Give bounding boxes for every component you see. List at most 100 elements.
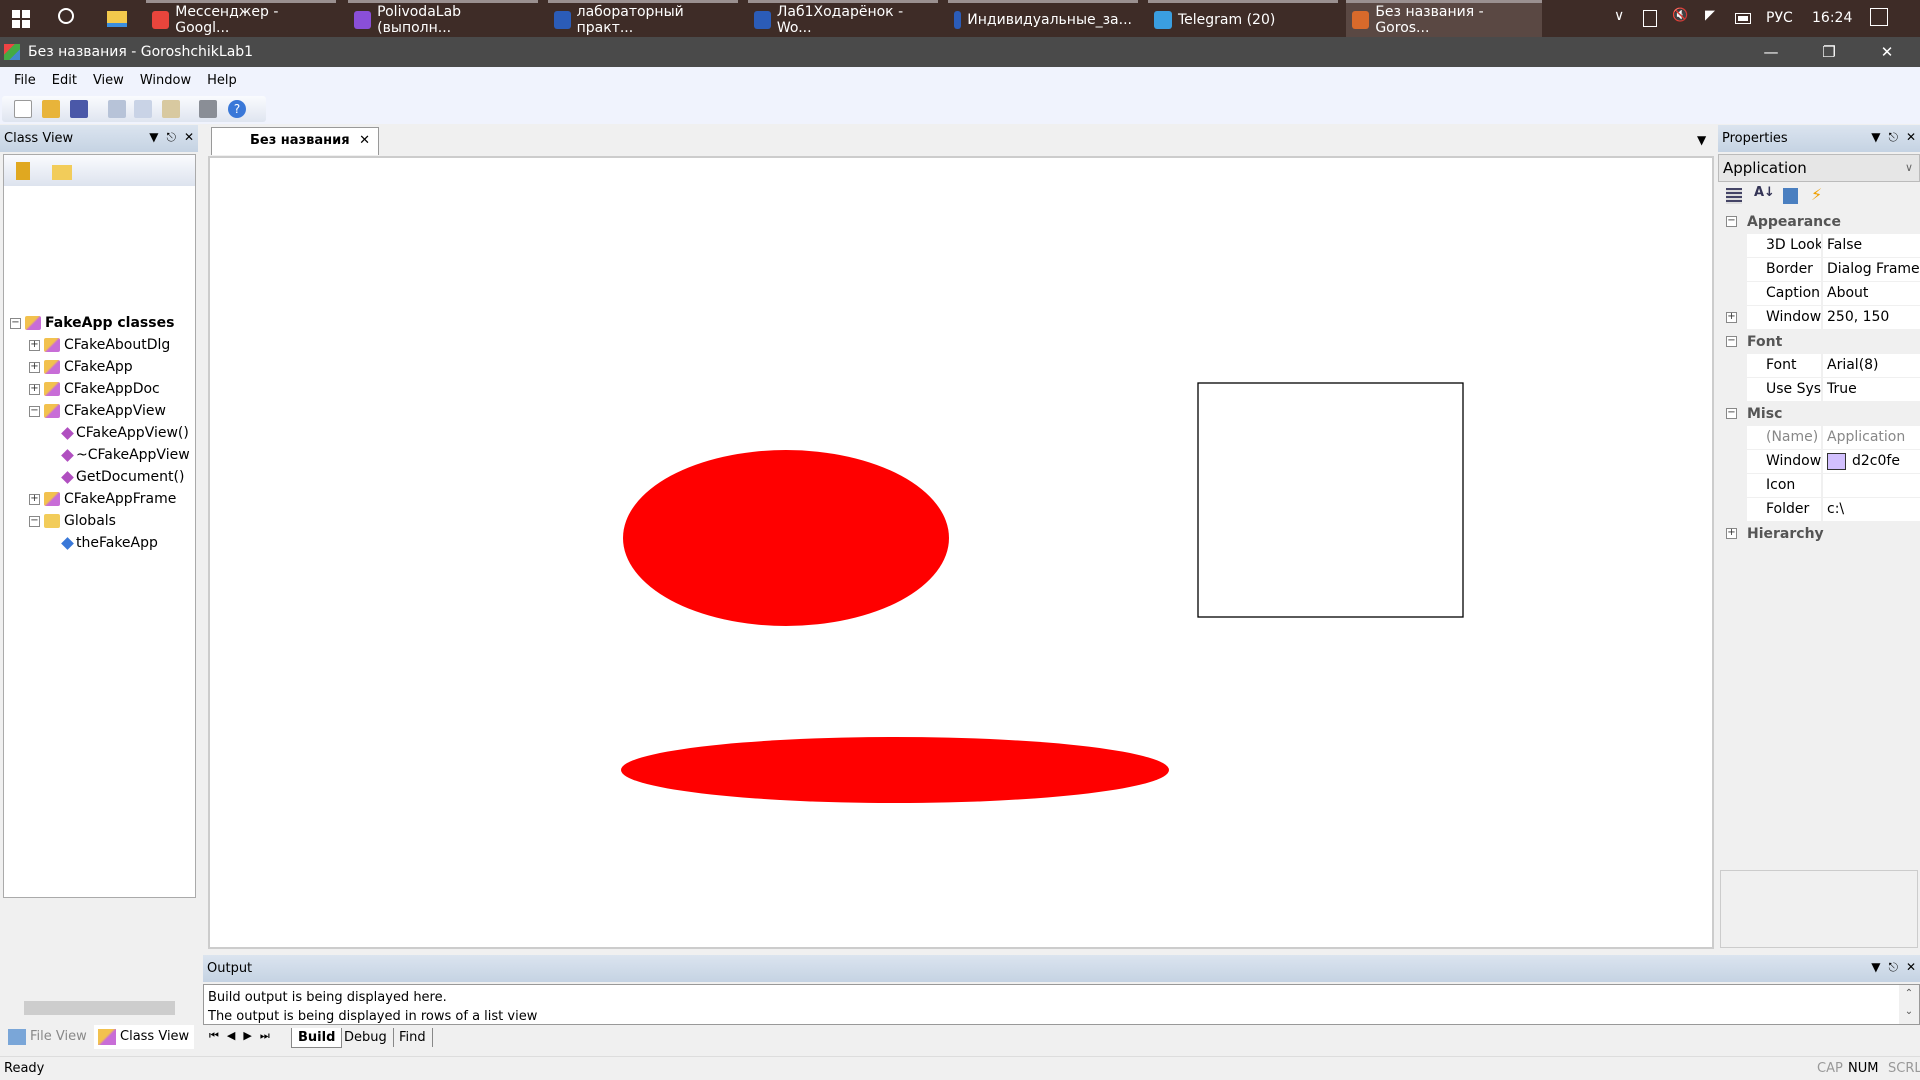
expand-icon[interactable]: +: [29, 339, 40, 351]
search-icon[interactable]: [58, 8, 74, 24]
taskbar-item[interactable]: Лаб1Ходарёнок - Wo...: [748, 0, 938, 37]
taskbar-item[interactable]: Telegram (20): [1148, 0, 1338, 37]
document-tab[interactable]: Без названия ✕: [211, 127, 379, 155]
pin-icon[interactable]: ⎋: [1888, 130, 1898, 145]
notifications-icon[interactable]: [1870, 8, 1888, 26]
menu-edit[interactable]: Edit: [52, 73, 77, 88]
collapse-icon[interactable]: −: [1726, 336, 1737, 347]
tree-item[interactable]: − Globals: [29, 510, 116, 532]
events-icon[interactable]: ⚡: [1811, 185, 1822, 204]
close-icon[interactable]: ✕: [184, 130, 194, 145]
dropdown-icon[interactable]: ▼: [149, 130, 158, 145]
close-button[interactable]: ✕: [1864, 37, 1910, 67]
dropdown-icon[interactable]: ▼: [1871, 960, 1880, 975]
tab-find[interactable]: Find: [393, 1028, 433, 1047]
expand-icon[interactable]: +: [29, 383, 40, 395]
tab-class-view[interactable]: Class View: [94, 1025, 194, 1049]
cut-icon[interactable]: [108, 100, 126, 118]
menu-help[interactable]: Help: [207, 73, 237, 88]
categorized-icon[interactable]: [1726, 188, 1742, 204]
object-selector[interactable]: Application ∨: [1718, 154, 1920, 182]
taskbar-item[interactable]: Мессенджер - Googl...: [146, 0, 336, 37]
tree-item[interactable]: ~CFakeAppView: [48, 444, 190, 466]
start-icon[interactable]: [12, 10, 30, 28]
battery-icon[interactable]: [1735, 13, 1751, 24]
property-pages-icon[interactable]: [1783, 188, 1798, 204]
property-row[interactable]: Caption About: [1718, 282, 1920, 306]
collapse-icon[interactable]: −: [29, 515, 40, 527]
property-row[interactable]: 3D Look False: [1718, 234, 1920, 258]
expand-icon[interactable]: +: [1726, 312, 1737, 323]
close-tab-icon[interactable]: ✕: [359, 128, 370, 154]
copy-icon[interactable]: [134, 100, 152, 118]
property-row[interactable]: (Name) Application: [1718, 426, 1920, 450]
property-category[interactable]: + Hierarchy: [1718, 522, 1920, 546]
paste-icon[interactable]: [162, 100, 180, 118]
minimize-button[interactable]: —: [1748, 37, 1794, 67]
clock[interactable]: 16:24: [1812, 10, 1852, 26]
property-category[interactable]: − Misc: [1718, 402, 1920, 426]
tab-list-dropdown-icon[interactable]: ▼: [1697, 133, 1706, 147]
pin-icon[interactable]: ⎋: [166, 130, 176, 145]
sort-alphabetical-icon[interactable]: A↓: [1754, 185, 1775, 200]
tab-debug[interactable]: Debug: [338, 1028, 394, 1047]
tree-item[interactable]: + CFakeAppDoc: [29, 378, 160, 400]
property-row[interactable]: Icon: [1718, 474, 1920, 498]
tree-item[interactable]: + CFakeAboutDlg: [29, 334, 170, 356]
close-icon[interactable]: ✕: [1906, 130, 1916, 145]
tray-chevron-icon[interactable]: ∨: [1614, 8, 1624, 24]
taskbar-item[interactable]: Индивидуальные_за...: [948, 0, 1138, 37]
drawing-canvas[interactable]: [208, 156, 1714, 949]
restore-button[interactable]: ❐: [1806, 37, 1852, 67]
collapse-icon[interactable]: −: [29, 405, 40, 417]
property-row[interactable]: Border Dialog Frame: [1718, 258, 1920, 282]
property-row[interactable]: Use Syst...True: [1718, 378, 1920, 402]
taskbar-item[interactable]: Без названия - Goros...: [1346, 0, 1542, 37]
tab-file-view[interactable]: File View: [4, 1025, 91, 1049]
language-indicator[interactable]: РУС: [1766, 10, 1793, 26]
collapse-icon[interactable]: −: [10, 317, 21, 329]
sort-classes-icon[interactable]: [16, 162, 30, 180]
property-category[interactable]: − Appearance: [1718, 210, 1920, 234]
property-row[interactable]: Font Arial(8): [1718, 354, 1920, 378]
taskbar-item[interactable]: PolivodaLab (выполн...: [348, 0, 538, 37]
pin-icon[interactable]: ⎋: [1888, 960, 1898, 975]
tree-item[interactable]: − FakeApp classes: [10, 312, 174, 334]
tree-item[interactable]: + CFakeAppFrame: [29, 488, 176, 510]
menu-window[interactable]: Window: [140, 73, 191, 88]
new-file-icon[interactable]: [14, 100, 32, 118]
tree-item[interactable]: CFakeAppView(): [48, 422, 189, 444]
property-category[interactable]: − Font: [1718, 330, 1920, 354]
new-folder-icon[interactable]: [52, 165, 72, 180]
tree-item[interactable]: theFakeApp: [48, 532, 158, 554]
collapse-icon[interactable]: −: [1726, 216, 1737, 227]
tree-item[interactable]: GetDocument(): [48, 466, 184, 488]
open-folder-icon[interactable]: [42, 100, 60, 118]
output-list[interactable]: Build output is being displayed here. Th…: [203, 984, 1920, 1025]
property-row[interactable]: Folder c:\: [1718, 498, 1920, 522]
tab-build[interactable]: Build: [291, 1028, 343, 1048]
property-row[interactable]: Window ...d2c0fe: [1718, 450, 1920, 474]
expand-icon[interactable]: +: [29, 493, 40, 505]
collapse-icon[interactable]: −: [1726, 408, 1737, 419]
expand-icon[interactable]: +: [29, 361, 40, 373]
file-explorer-icon[interactable]: [107, 11, 127, 27]
menu-file[interactable]: File: [14, 73, 36, 88]
print-icon[interactable]: [199, 100, 217, 118]
tree-item[interactable]: − CFakeAppView: [29, 400, 166, 422]
save-icon[interactable]: [70, 100, 88, 118]
tree-item[interactable]: + CFakeApp: [29, 356, 133, 378]
help-icon[interactable]: ?: [228, 100, 246, 118]
menu-view[interactable]: View: [93, 73, 124, 88]
horizontal-scrollbar[interactable]: [4, 998, 195, 1018]
output-nav[interactable]: ⏮◀▶⏭: [209, 1029, 278, 1043]
expand-icon[interactable]: +: [1726, 528, 1737, 539]
update-icon[interactable]: [1643, 10, 1657, 27]
vertical-scrollbar[interactable]: ⌃ ⌄: [1899, 985, 1919, 1024]
taskbar-item[interactable]: лабораторный практ...: [548, 0, 738, 37]
close-icon[interactable]: ✕: [1906, 960, 1916, 975]
volume-muted-icon[interactable]: 🔇: [1672, 8, 1688, 23]
wifi-icon[interactable]: ◤: [1705, 8, 1715, 23]
dropdown-icon[interactable]: ▼: [1871, 130, 1880, 145]
property-row[interactable]: +Window ...250, 150: [1718, 306, 1920, 330]
